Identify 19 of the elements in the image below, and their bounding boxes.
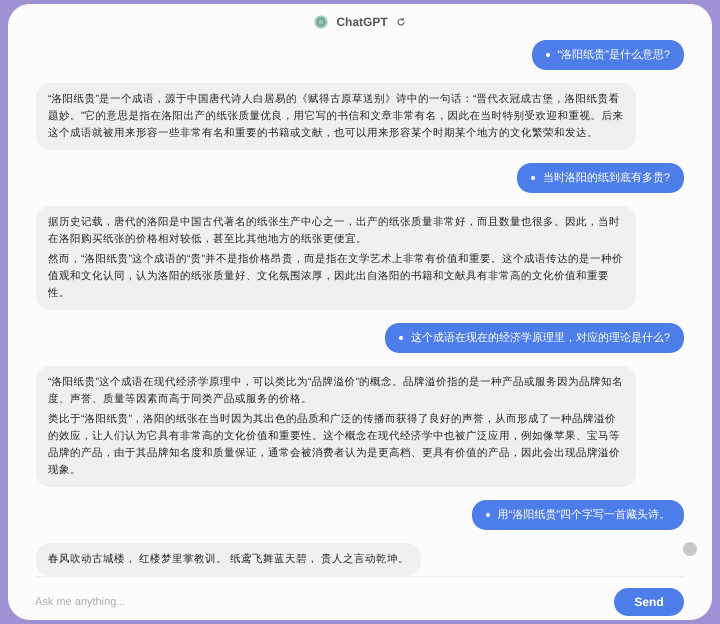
bullet-icon [546,53,550,57]
message-paragraph: 类比于“洛阳纸贵”，洛阳的纸张在当时因为其出色的品质和广泛的传播而获得了良好的声誉，从而形成了一种品牌溢价的效应，让人们认为它具有非常高的文化价值和重要性。这个概念在现代经济学中也被广泛应用，例如像苹果、宝马等品牌的产品，由于其品牌知名度和质量保证，通常会被消费者认为是更高档、更具有价值的产品，因此会出现品牌溢价现象。 [48,412,621,478]
bullet-icon [530,176,535,180]
message-text: 当时洛阳的纸到底有多贵? [542,170,670,186]
message-text: 用“洛阳纸贵”四个字写一首藏头诗。 [498,508,670,523]
bullet-icon [398,336,403,340]
send-button[interactable]: Send [614,588,684,616]
message-input[interactable]: Ask me anything... [35,594,614,610]
refresh-icon[interactable] [396,17,406,27]
message-text: 这个成语在现在的经济学原理里，对应的理论是什么? [410,330,670,346]
message-paragraph: “洛阳纸贵”是一个成语，源于中国唐代诗人白居易的《赋得古原草送别》诗中的一句话：“晋代衣冠成古堡，洛阳纸贵看题妙。”它的意思是指在洛阳出产的纸张质量优良，用它写的书信和文章非常有名，因此在当时特别受欢迎和重视。后来这个成语就被用来形容一些非常有名和重要的书籍或文献，也可以用来形容某个时期某个地方的文化繁荣和发达。 [48,92,624,141]
message-text: “洛阳纸贵”是什么意思? [558,48,670,63]
logo-icon [314,15,328,29]
message-paragraph: 据历史记载，唐代的洛阳是中国古代著名的纸张生产中心之一，出产的纸张质量非常好，而且数量也很多。因此，当时在洛阳购买纸张的价格相对较低，甚至比其他地方的纸张更便宜。 [48,215,621,247]
message-paragraph: 然而，“洛阳纸贵”这个成语的“贵”并不是指价格昂贵，而是指在文学艺术上非常有价值和重要。这个成语传达的是一种价值观和文化认同，认为洛阳的纸张质量好、文化氛围浓厚，因此出自洛阳的书籍和文献具有非常高的文化价值和重要性。 [48,252,624,301]
window-title: ChatGPT [336,14,388,31]
bullet-icon [486,513,490,517]
message-paragraph: “洛阳纸贵”这个成语在现代经济学原理中，可以类比为“品牌溢价”的概念。品牌溢价指的是一种产品或服务因为品牌知名度、声誉、质量等因素而高于同类产品或服务的价格。 [48,375,624,407]
message-paragraph: 春风吹动古城楼， 红楼梦里掌教训。 纸鸢飞舞蓝天碧， 贵人之言动乾坤。 [48,552,409,567]
